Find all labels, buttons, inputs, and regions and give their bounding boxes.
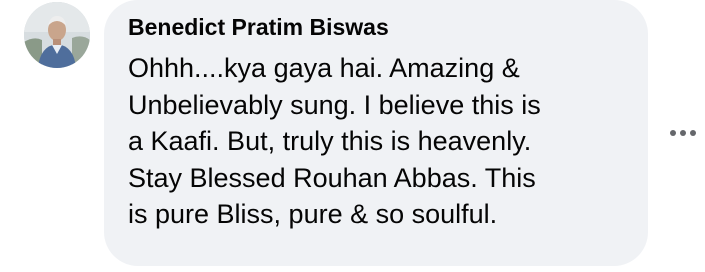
more-options-icon[interactable] <box>668 121 698 145</box>
comment-author-name[interactable]: Benedict Pratim Biswas <box>128 14 389 41</box>
comment-text-line: Ohhh....kya gaya hai. Amazing & <box>128 53 520 83</box>
comment-text-line: Stay Blessed Rouhan Abbas. This <box>128 162 536 193</box>
comment-body: Ohhh....kya gaya hai. Amazing & Unbeliev… <box>128 50 638 233</box>
comment: Benedict Pratim Biswas Ohhh....kya gaya … <box>0 0 705 272</box>
comment-text-line: Unbelievably sung. I believe this is <box>128 89 541 120</box>
comment-text-line: is pure Bliss, pure & so soulful. <box>128 199 498 229</box>
avatar-photo <box>24 2 90 68</box>
comment-text-line: a Kaafi. But, truly this is heavenly. <box>128 126 532 156</box>
comment-bubble: Benedict Pratim Biswas Ohhh....kya gaya … <box>104 0 648 266</box>
author-avatar[interactable] <box>24 2 90 68</box>
